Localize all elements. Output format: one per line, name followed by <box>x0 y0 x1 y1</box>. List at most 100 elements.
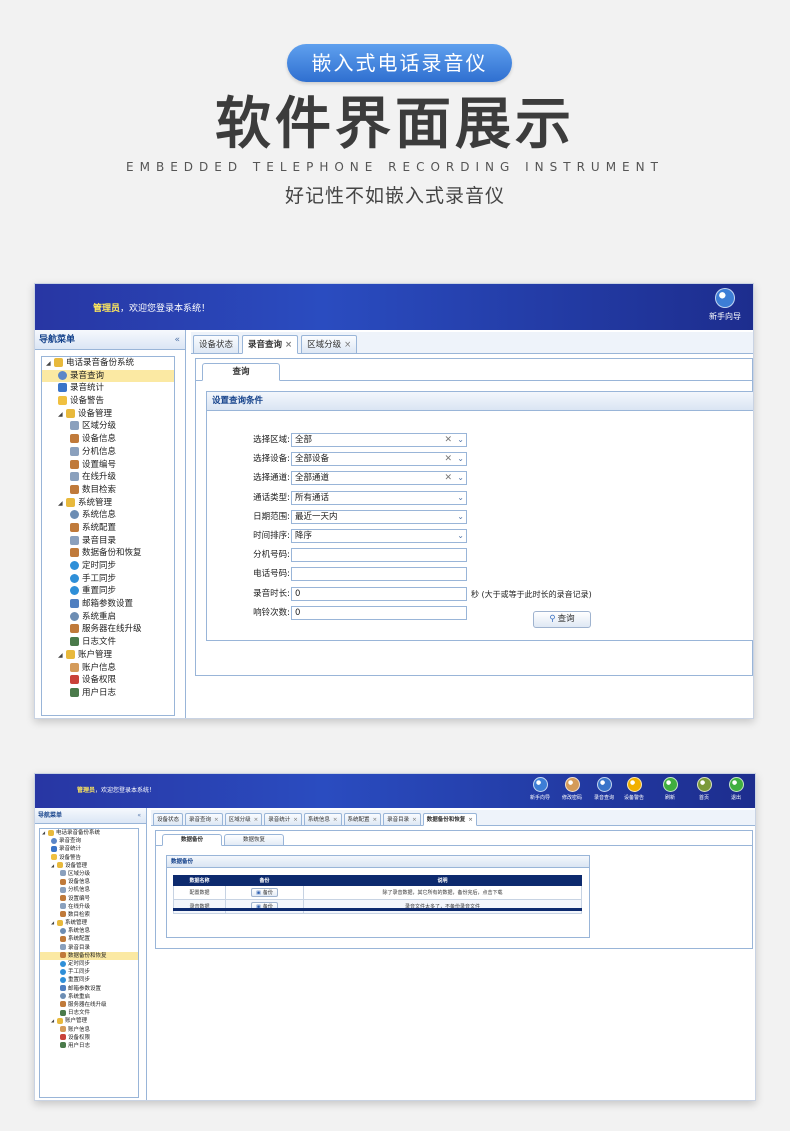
clear-icon[interactable]: ✕ <box>444 453 452 465</box>
tree-item[interactable]: 重置同步 <box>40 976 138 984</box>
select-field[interactable]: 最近一天内 ⌄ <box>291 509 467 524</box>
chevron-down-icon[interactable]: ⌄ <box>457 472 464 484</box>
tree-item[interactable]: 手工同步 <box>42 573 174 586</box>
toolbar-button[interactable]: 退出 <box>721 777 751 801</box>
tree-item[interactable]: 录音查询 <box>42 369 174 383</box>
chevron-down-icon[interactable]: ⌄ <box>457 530 464 542</box>
close-icon[interactable]: × <box>412 817 417 823</box>
tab[interactable]: 数据备份和恢复 × <box>422 813 477 826</box>
tree-item[interactable]: ◢ 设备管理 <box>42 408 174 421</box>
toolbar-button[interactable]: 新手向导 <box>705 288 745 322</box>
chevron-down-icon[interactable]: ⌄ <box>457 453 464 465</box>
query-button[interactable]: ⚲ 查询 <box>533 611 591 628</box>
tab[interactable]: 录音统计 × <box>264 813 302 826</box>
collapse-icon[interactable]: « <box>174 330 180 350</box>
tree-item[interactable]: 账户信息 <box>40 1026 138 1034</box>
tab[interactable]: 设备状态 <box>153 813 184 826</box>
tree-item[interactable]: ◢ 系统管理 <box>40 919 138 927</box>
tree-item[interactable]: 在线升级 <box>42 471 174 484</box>
tree-item[interactable]: 手工同步 <box>40 968 138 976</box>
close-icon[interactable]: × <box>373 817 378 823</box>
tree-item[interactable]: 录音查询 <box>40 837 138 845</box>
tab[interactable]: 录音目录 × <box>383 813 421 826</box>
tree-item[interactable]: 用户日志 <box>40 1042 138 1050</box>
tree-item[interactable]: 定时同步 <box>42 560 174 573</box>
close-icon[interactable]: × <box>293 817 298 823</box>
clear-icon[interactable]: ✕ <box>444 434 452 446</box>
close-icon[interactable]: × <box>344 340 351 350</box>
tree-item[interactable]: ◢ 设备管理 <box>40 862 138 870</box>
toolbar-button[interactable]: 新手向导 <box>525 777 555 801</box>
tree-item[interactable]: 数目检索 <box>42 484 174 497</box>
select-field[interactable]: 全部设备 ✕ ⌄ <box>291 452 467 467</box>
tab[interactable]: 设备状态 <box>193 335 240 354</box>
tree-item[interactable]: 系统配置 <box>42 522 174 535</box>
close-icon[interactable]: × <box>254 817 259 823</box>
backup-button[interactable]: ▣ 备份 <box>251 888 278 897</box>
select-field[interactable]: 所有通话 ⌄ <box>291 490 467 505</box>
tree-item[interactable]: 设备权限 <box>42 674 174 687</box>
tree-item[interactable]: 设备信息 <box>40 878 138 886</box>
select-field[interactable]: 全部通道 ✕ ⌄ <box>291 471 467 486</box>
tab[interactable]: 录音查询 × <box>242 335 299 354</box>
tab[interactable]: 区域分级 × <box>301 335 358 354</box>
tree-item[interactable]: 日志文件 <box>42 636 174 649</box>
tree-item[interactable]: ◢ 系统管理 <box>42 497 174 510</box>
tree-item[interactable]: 数据备份和恢复 <box>40 951 138 960</box>
subtab-restore[interactable]: 数据恢复 <box>224 834 284 846</box>
tree-item[interactable]: 系统配置 <box>40 935 138 943</box>
tree-item[interactable]: 分机信息 <box>42 446 174 459</box>
tree-item[interactable]: ◢ 账户管理 <box>42 649 174 662</box>
tree-item[interactable]: 系统信息 <box>42 509 174 522</box>
close-icon[interactable]: × <box>333 817 338 823</box>
tree-item[interactable]: 区域分级 <box>42 420 174 433</box>
tree-item[interactable]: 用户日志 <box>42 687 174 700</box>
close-icon[interactable]: × <box>468 817 473 823</box>
toolbar-button[interactable]: 设备警告 <box>619 777 649 801</box>
subtab-backup[interactable]: 数据备份 <box>162 834 222 846</box>
tree-item[interactable]: 邮箱参数设置 <box>40 985 138 993</box>
tree-item[interactable]: 在线升级 <box>40 903 138 911</box>
text-field[interactable]: 0 <box>291 586 467 601</box>
tree-item[interactable]: ◢ 电话录音备份系统 <box>40 829 138 837</box>
tree-item[interactable]: 录音目录 <box>42 535 174 548</box>
tab[interactable]: 系统配置 × <box>343 813 382 826</box>
tab[interactable]: 录音查询 × <box>185 813 223 826</box>
tree-item[interactable]: 分机信息 <box>40 886 138 894</box>
tree-item[interactable]: 账户信息 <box>42 662 174 675</box>
tree-item[interactable]: 数目检索 <box>40 911 138 919</box>
chevron-down-icon[interactable]: ⌄ <box>457 434 464 446</box>
chevron-down-icon[interactable]: ⌄ <box>457 511 464 523</box>
close-icon[interactable]: × <box>214 817 219 823</box>
close-icon[interactable]: × <box>285 340 292 350</box>
text-field[interactable] <box>291 567 467 582</box>
tree-item[interactable]: 设备警告 <box>40 854 138 862</box>
tab[interactable]: 系统信息 × <box>303 813 342 826</box>
tree-item[interactable]: 设备权限 <box>40 1034 138 1042</box>
collapse-icon[interactable]: « <box>137 808 141 824</box>
toolbar-button[interactable]: 修改密码 <box>557 777 587 801</box>
select-field[interactable]: 降序 ⌄ <box>291 529 467 543</box>
tree-item[interactable]: 系统重启 <box>42 611 174 624</box>
toolbar-button[interactable]: 录音查询 <box>589 777 619 801</box>
tab[interactable]: 区域分级 × <box>224 813 263 826</box>
tree-item[interactable]: 服务器在线升级 <box>40 1001 138 1009</box>
tree-item[interactable]: 数据备份和恢复 <box>42 547 174 560</box>
text-field[interactable] <box>291 548 467 563</box>
tree-item[interactable]: 区域分级 <box>40 870 138 878</box>
tree-item[interactable]: 录音统计 <box>40 845 138 853</box>
tree-item[interactable]: 日志文件 <box>40 1009 138 1017</box>
chevron-down-icon[interactable]: ⌄ <box>457 492 464 504</box>
tree-item[interactable]: 系统重启 <box>40 993 138 1001</box>
toolbar-button[interactable]: 刷新 <box>655 777 685 801</box>
tree-item[interactable]: 设备警告 <box>42 395 174 408</box>
tree-item[interactable]: 定时同步 <box>40 960 138 968</box>
tree-item[interactable]: ◢ 电话录音备份系统 <box>42 357 174 370</box>
subtab-query[interactable]: 查询 <box>202 363 280 381</box>
tree-item[interactable]: 录音目录 <box>40 944 138 952</box>
tree-item[interactable]: 设置编号 <box>42 459 174 472</box>
tree-item[interactable]: 设置编号 <box>40 895 138 903</box>
tree-item[interactable]: 设备信息 <box>42 433 174 446</box>
select-field[interactable]: 全部 ✕ ⌄ <box>291 433 467 447</box>
text-field[interactable]: 0 <box>291 605 467 620</box>
